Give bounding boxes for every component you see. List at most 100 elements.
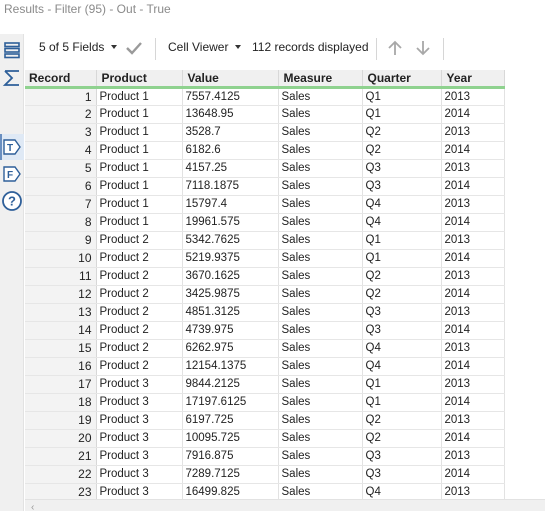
cell-quarter[interactable]: Q2 [362,429,442,448]
cell-value[interactable]: 17197.6125 [182,393,279,412]
cell-record[interactable]: 11 [25,267,97,286]
cell-quarter[interactable]: Q4 [362,213,442,232]
cell-year[interactable]: 2013 [441,231,505,250]
cell-year[interactable]: 2014 [441,249,505,268]
cell-value[interactable]: 6182.6 [182,141,279,160]
cell-quarter[interactable]: Q3 [362,159,442,178]
cell-measure[interactable]: Sales [278,321,363,340]
cell-record[interactable]: 9 [25,231,97,250]
cell-value[interactable]: 7118.1875 [182,177,279,196]
cell-quarter[interactable]: Q2 [362,267,442,286]
table-row[interactable]: 7 Product 1 15797.4 Sales Q4 2013 [25,195,505,214]
cell-quarter[interactable]: Q1 [362,231,442,250]
cell-value[interactable]: 12154.1375 [182,357,279,376]
cell-value[interactable]: 3670.1625 [182,267,279,286]
cell-year[interactable]: 2014 [441,393,505,412]
cell-value[interactable]: 4739.975 [182,321,279,340]
cell-measure[interactable]: Sales [278,465,363,484]
cell-year[interactable]: 2014 [441,105,505,124]
cell-record[interactable]: 7 [25,195,97,214]
cell-measure[interactable]: Sales [278,105,363,124]
cell-year[interactable]: 2014 [441,213,505,232]
cell-year[interactable]: 2013 [441,87,505,106]
cell-product[interactable]: Product 2 [96,249,183,268]
cell-value[interactable]: 5219.9375 [182,249,279,268]
cell-measure[interactable]: Sales [278,375,363,394]
cell-quarter[interactable]: Q3 [362,447,442,466]
table-row[interactable]: 6 Product 1 7118.1875 Sales Q3 2014 [25,177,505,196]
cell-year[interactable]: 2014 [441,465,505,484]
cell-product[interactable]: Product 3 [96,393,183,412]
cell-value[interactable]: 13648.95 [182,105,279,124]
cell-year[interactable]: 2014 [441,285,505,304]
cell-product[interactable]: Product 1 [96,159,183,178]
cell-year[interactable]: 2013 [441,375,505,394]
cell-measure[interactable]: Sales [278,213,363,232]
cell-product[interactable]: Product 2 [96,267,183,286]
cell-product[interactable]: Product 3 [96,465,183,484]
cell-value[interactable]: 7916.875 [182,447,279,466]
cell-record[interactable]: 6 [25,177,97,196]
cell-year[interactable]: 2013 [441,483,505,500]
cell-year[interactable]: 2013 [441,303,505,322]
cell-year[interactable]: 2013 [441,159,505,178]
cell-product[interactable]: Product 1 [96,105,183,124]
cell-value[interactable]: 6197.725 [182,411,279,430]
cell-year[interactable]: 2013 [441,195,505,214]
cell-year[interactable]: 2014 [441,141,505,160]
cell-record[interactable]: 14 [25,321,97,340]
cell-measure[interactable]: Sales [278,177,363,196]
table-row[interactable]: 5 Product 1 4157.25 Sales Q3 2013 [25,159,505,178]
cell-year[interactable]: 2014 [441,429,505,448]
cell-record[interactable]: 15 [25,339,97,358]
cell-quarter[interactable]: Q2 [362,285,442,304]
cell-year[interactable]: 2013 [441,339,505,358]
cell-product[interactable]: Product 3 [96,375,183,394]
table-row[interactable]: 22 Product 3 7289.7125 Sales Q3 2014 [25,465,505,484]
cell-value[interactable]: 4157.25 [182,159,279,178]
cell-product[interactable]: Product 3 [96,429,183,448]
cell-quarter[interactable]: Q3 [362,303,442,322]
formula-badge-icon[interactable] [2,130,22,150]
cell-value[interactable]: 19961.575 [182,213,279,232]
cell-measure[interactable]: Sales [278,429,363,448]
arrow-down-icon[interactable] [415,39,431,57]
cell-measure[interactable]: Sales [278,267,363,286]
cell-quarter[interactable]: Q3 [362,177,442,196]
cell-year[interactable]: 2014 [441,357,505,376]
cell-measure[interactable]: Sales [278,141,363,160]
cell-record[interactable]: 1 [25,87,97,106]
cell-record[interactable]: 13 [25,303,97,322]
table-row[interactable]: 12 Product 2 3425.9875 Sales Q2 2014 [25,285,505,304]
table-row[interactable]: 14 Product 2 4739.975 Sales Q3 2014 [25,321,505,340]
table-row[interactable]: 4 Product 1 6182.6 Sales Q2 2014 [25,141,505,160]
column-header-quarter[interactable]: Quarter [362,70,442,89]
table-row[interactable]: 1 Product 1 7557.4125 Sales Q1 2013 [25,87,505,106]
cell-measure[interactable]: Sales [278,123,363,142]
cell-product[interactable]: Product 3 [96,447,183,466]
cell-record[interactable]: 2 [25,105,97,124]
table-row[interactable]: 18 Product 3 17197.6125 Sales Q1 2014 [25,393,505,412]
summation-icon[interactable] [2,68,22,88]
table-row[interactable]: 23 Product 3 16499.825 Sales Q4 2013 [25,483,505,500]
cell-record[interactable]: 3 [25,123,97,142]
cell-record[interactable]: 20 [25,429,97,448]
cell-measure[interactable]: Sales [278,339,363,358]
cell-quarter[interactable]: Q4 [362,357,442,376]
cell-record[interactable]: 19 [25,411,97,430]
cell-record[interactable]: 16 [25,357,97,376]
cell-product[interactable]: Product 2 [96,321,183,340]
table-row[interactable]: 13 Product 2 4851.3125 Sales Q3 2013 [25,303,505,322]
cell-quarter[interactable]: Q2 [362,411,442,430]
cell-quarter[interactable]: Q2 [362,123,442,142]
cell-quarter[interactable]: Q1 [362,393,442,412]
cell-measure[interactable]: Sales [278,483,363,500]
column-header-value[interactable]: Value [182,70,279,89]
cell-product[interactable]: Product 2 [96,231,183,250]
cell-year[interactable]: 2013 [441,447,505,466]
cell-quarter[interactable]: Q4 [362,483,442,500]
table-row[interactable]: 15 Product 2 6262.975 Sales Q4 2013 [25,339,505,358]
chevron-down-icon[interactable] [235,45,241,49]
cell-measure[interactable]: Sales [278,411,363,430]
cell-product[interactable]: Product 2 [96,357,183,376]
